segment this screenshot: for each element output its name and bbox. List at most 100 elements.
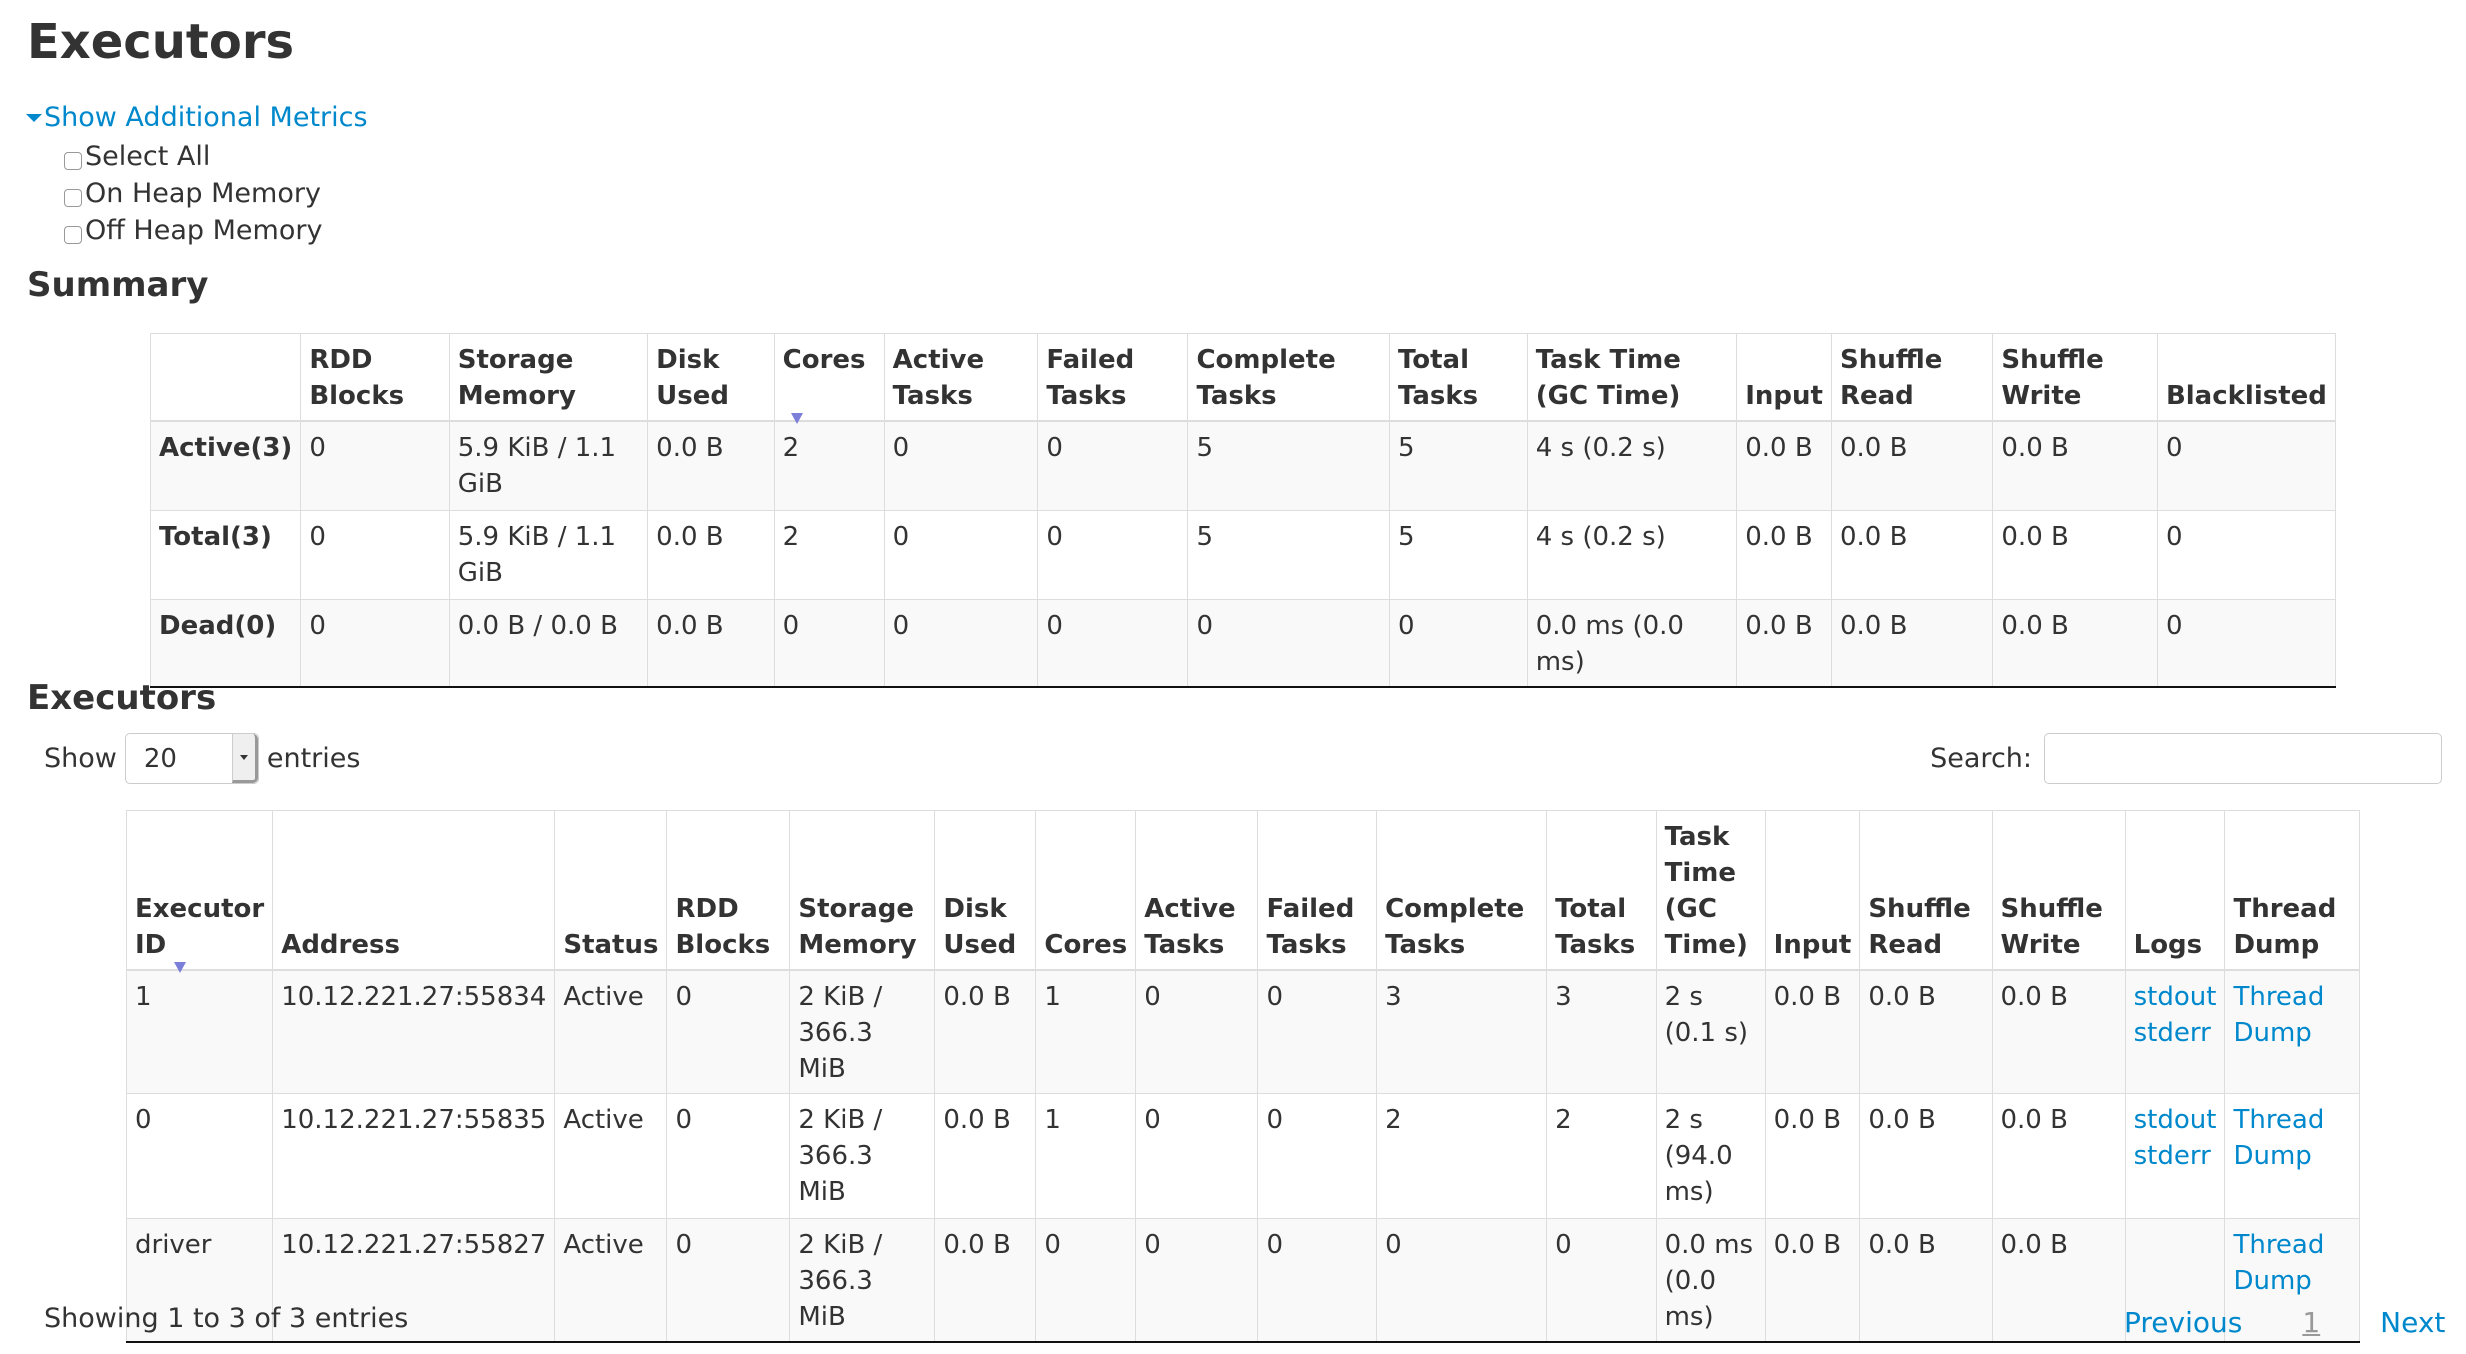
column-header-label: Address bbox=[281, 930, 400, 960]
summary-column-header-complete-tasks[interactable]: Complete Tasks bbox=[1187, 333, 1390, 422]
page-1-button[interactable]: 1 bbox=[2302, 1306, 2320, 1339]
previous-page-button[interactable]: Previous bbox=[2124, 1306, 2242, 1339]
executors-column-header-rdd-blocks[interactable]: RDD Blocks bbox=[666, 810, 791, 971]
executors-column-header-complete-tasks[interactable]: Complete Tasks bbox=[1376, 810, 1548, 971]
select-all-checkbox[interactable] bbox=[64, 151, 82, 170]
column-header-label: Executor ID bbox=[135, 894, 265, 960]
executors-column-header-address[interactable]: Address bbox=[272, 810, 556, 971]
executors-column-header-input[interactable]: Input bbox=[1764, 810, 1861, 971]
on-heap-memory-checkbox[interactable] bbox=[64, 188, 82, 207]
column-header-label: Total Tasks bbox=[1397, 345, 1479, 411]
executor-cell-task-time: 2 s (94.0 ms) bbox=[1655, 1093, 1766, 1219]
thread-dump-link[interactable]: Thread Dump bbox=[2233, 979, 2351, 1051]
metric-option-on-heap-memory[interactable]: On Heap Memory bbox=[64, 175, 322, 212]
next-page-button[interactable]: Next bbox=[2380, 1306, 2445, 1339]
summary-cell-complete-tasks: 0 bbox=[1187, 598, 1390, 688]
executor-cell-storage-memory: 2 KiB / 366.3 MiB bbox=[789, 969, 936, 1094]
executors-column-header-shuffle-read[interactable]: Shuffle Read bbox=[1859, 810, 1993, 971]
show-additional-metrics-toggle[interactable]: Show Additional Metrics bbox=[26, 102, 368, 133]
summary-column-header-blacklisted[interactable]: Blacklisted bbox=[2156, 333, 2337, 422]
column-header-label: Failed Tasks bbox=[1266, 894, 1355, 960]
executor-cell-rdd-blocks: 0 bbox=[666, 969, 791, 1094]
thread-dump-link[interactable]: Thread Dump bbox=[2233, 1227, 2351, 1299]
summary-cell-shuffle-write: 0.0 B bbox=[1992, 420, 2158, 511]
stdout-log-link[interactable]: stdout bbox=[2134, 979, 2217, 1015]
column-header-label: Input bbox=[1773, 930, 1852, 960]
summary-column-header-total-tasks[interactable]: Total Tasks bbox=[1388, 333, 1528, 422]
executor-cell-address: 10.12.221.27:55835 bbox=[272, 1093, 556, 1219]
search-input[interactable] bbox=[2044, 733, 2442, 784]
off-heap-memory-checkbox[interactable] bbox=[64, 225, 82, 244]
executors-column-header-thread-dump[interactable]: Thread Dump bbox=[2224, 810, 2360, 971]
summary-column-header-shuffle-write[interactable]: Shuffle Write bbox=[1992, 333, 2158, 422]
stderr-log-link[interactable]: stderr bbox=[2134, 1015, 2217, 1051]
summary-cell-shuffle-read: 0.0 B bbox=[1830, 420, 1994, 511]
executors-column-header-executor-id[interactable]: Executor ID bbox=[125, 810, 274, 973]
stderr-log-link[interactable]: stderr bbox=[2134, 1138, 2217, 1174]
summary-cell-rdd-blocks: 0 bbox=[300, 509, 450, 600]
executors-column-header-cores[interactable]: Cores bbox=[1035, 810, 1137, 971]
dropdown-button[interactable] bbox=[231, 734, 258, 783]
executor-cell-rdd-blocks: 0 bbox=[666, 1093, 791, 1219]
summary-cell-cores: 2 bbox=[773, 509, 885, 600]
column-header-label: Failed Tasks bbox=[1046, 345, 1135, 411]
summary-cell-shuffle-write: 0.0 B bbox=[1992, 509, 2158, 600]
executors-column-header-active-tasks[interactable]: Active Tasks bbox=[1135, 810, 1259, 971]
summary-row-label: Active(3) bbox=[149, 420, 302, 511]
executors-table: Executor ID Address Status RDD Blocks Storag… bbox=[125, 810, 2360, 1343]
executors-column-header-status[interactable]: Status bbox=[554, 810, 668, 971]
summary-cell-active-tasks: 0 bbox=[883, 598, 1039, 688]
summary-column-header-rdd-blocks[interactable]: RDD Blocks bbox=[300, 333, 450, 422]
executors-column-header-shuffle-write[interactable]: Shuffle Write bbox=[1991, 810, 2126, 971]
executors-column-header-storage-memory[interactable]: Storage Memory bbox=[789, 810, 936, 971]
entries-length-control: Show 20 entries bbox=[44, 733, 360, 784]
summary-column-header-cores[interactable]: Cores bbox=[773, 333, 885, 424]
summary-column-header-task-time-gc-time[interactable]: Task Time (GC Time) bbox=[1526, 333, 1738, 422]
summary-column-header-disk-used[interactable]: Disk Used bbox=[647, 333, 775, 422]
executor-cell-failed-tasks: 0 bbox=[1257, 1093, 1378, 1219]
executor-cell-rdd-blocks: 0 bbox=[666, 1218, 791, 1343]
metric-option-select-all[interactable]: Select All bbox=[64, 138, 322, 175]
column-header-label: Active Tasks bbox=[1144, 894, 1236, 960]
summary-column-header-blank[interactable] bbox=[149, 333, 302, 422]
executors-column-header-logs[interactable]: Logs bbox=[2124, 810, 2226, 971]
summary-row-label: Dead(0) bbox=[149, 598, 302, 688]
summary-cell-shuffle-read: 0.0 B bbox=[1830, 598, 1994, 688]
executor-cell-total-tasks: 2 bbox=[1546, 1093, 1657, 1219]
summary-cell-blacklisted: 0 bbox=[2156, 420, 2337, 511]
entries-per-page-select[interactable]: 20 bbox=[124, 733, 259, 784]
summary-column-header-active-tasks[interactable]: Active Tasks bbox=[883, 333, 1039, 422]
summary-column-header-failed-tasks[interactable]: Failed Tasks bbox=[1037, 333, 1189, 422]
chevron-down-icon bbox=[239, 754, 248, 760]
summary-column-header-shuffle-read[interactable]: Shuffle Read bbox=[1830, 333, 1994, 422]
column-header-label: Task Time (GC Time) bbox=[1535, 345, 1681, 411]
executor-cell-cores: 0 bbox=[1035, 1218, 1137, 1343]
entries-per-page-value: 20 bbox=[143, 743, 177, 774]
executor-cell-storage-memory: 2 KiB / 366.3 MiB bbox=[789, 1093, 936, 1219]
summary-table: RDD Blocks Storage Memory Disk Used Cores Ac… bbox=[149, 333, 2337, 688]
column-header-label: Total Tasks bbox=[1555, 894, 1636, 960]
executor-cell-id: 0 bbox=[125, 1093, 274, 1219]
metric-option-off-heap-memory[interactable]: Off Heap Memory bbox=[64, 212, 322, 249]
column-header-label: Logs bbox=[2133, 930, 2203, 960]
summary-cell-active-tasks: 0 bbox=[883, 509, 1039, 600]
executors-column-header-total-tasks[interactable]: Total Tasks bbox=[1546, 810, 1657, 971]
executor-cell-disk-used: 0.0 B bbox=[934, 969, 1037, 1094]
summary-cell-input: 0.0 B bbox=[1736, 420, 1832, 511]
executor-cell-cores: 1 bbox=[1035, 1093, 1137, 1219]
executors-column-header-task-time-gc-time[interactable]: Task Time (GC Time) bbox=[1655, 810, 1766, 971]
executors-column-header-disk-used[interactable]: Disk Used bbox=[934, 810, 1037, 971]
summary-column-header-input[interactable]: Input bbox=[1736, 333, 1832, 422]
summary-column-header-storage-memory[interactable]: Storage Memory bbox=[448, 333, 649, 422]
executor-cell-total-tasks: 3 bbox=[1546, 969, 1657, 1094]
summary-cell-task-time-gc-time: 4 s (0.2 s) bbox=[1526, 509, 1738, 600]
column-header-label: RDD Blocks bbox=[309, 345, 405, 411]
page-title: Executors bbox=[27, 14, 295, 70]
executor-cell-failed-tasks: 0 bbox=[1257, 1218, 1378, 1343]
summary-cell-shuffle-read: 0.0 B bbox=[1830, 509, 1994, 600]
thread-dump-link[interactable]: Thread Dump bbox=[2233, 1102, 2351, 1174]
executors-column-header-failed-tasks[interactable]: Failed Tasks bbox=[1257, 810, 1378, 971]
summary-cell-disk-used: 0.0 B bbox=[647, 509, 775, 600]
additional-metrics-list: Select All On Heap Memory Off Heap Memor… bbox=[64, 138, 322, 249]
stdout-log-link[interactable]: stdout bbox=[2134, 1102, 2217, 1138]
